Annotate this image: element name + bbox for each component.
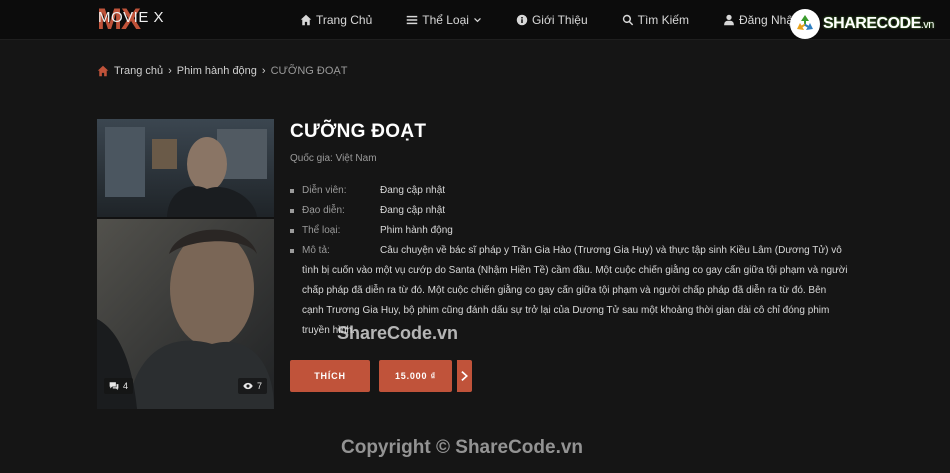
breadcrumb: Trang chủ › Phim hành động › CƯỠNG ĐOẠT — [97, 65, 347, 77]
recycle-icon — [790, 9, 820, 39]
like-button[interactable]: THÍCH — [290, 360, 370, 392]
poster-image — [97, 119, 274, 409]
buy-price-button[interactable]: 15.000 ₫ — [379, 360, 452, 392]
breadcrumb-home-label: Trang chủ — [114, 65, 164, 77]
chevron-right-icon: › — [168, 65, 172, 77]
nav-home-label: Trang Chủ — [316, 13, 373, 27]
nav-login[interactable]: Đăng Nhập — [723, 13, 800, 27]
chevron-right-icon — [460, 371, 468, 381]
movie-title: CƯỠNG ĐOẠT — [290, 121, 427, 142]
meta-director: Đạo diễn: Đang cập nhật — [290, 201, 850, 221]
actors-value: Đang cập nhật — [380, 185, 446, 196]
sharecode-badge: SHARECODE.vn — [790, 6, 934, 42]
info-icon — [516, 14, 528, 26]
nav-about-label: Giới Thiệu — [531, 13, 588, 27]
genre-value[interactable]: Phim hành động — [380, 225, 453, 236]
meta-genre: Thể loại: Phim hành động — [290, 221, 850, 241]
movie-info: CƯỠNG ĐOẠT Quốc gia: Việt Nam Diễn viên:… — [290, 119, 850, 341]
country-value: Việt Nam — [335, 153, 377, 164]
logo-text: MOVIE X — [98, 9, 165, 26]
watermark-copyright: Copyright © ShareCode.vn — [341, 437, 584, 458]
movie-meta-list: Diễn viên: Đang cập nhật Đạo diễn: Đang cậ… — [290, 181, 850, 341]
views-count: 7 — [237, 378, 267, 394]
meta-actors: Diễn viên: Đang cập nhật — [290, 181, 850, 201]
sharecode-wordmark: SHARECODE.vn — [823, 15, 934, 32]
movie-actions: THÍCH 15.000 ₫ — [290, 360, 472, 392]
breadcrumb-current: CƯỠNG ĐOẠT — [270, 65, 348, 77]
chevron-right-icon: › — [261, 65, 266, 77]
actors-label: Diễn viên: — [302, 185, 347, 196]
chevron-down-icon — [474, 17, 481, 22]
director-label: Đạo diễn: — [302, 205, 345, 216]
nav-search-label: Tìm Kiếm — [637, 13, 689, 27]
user-icon — [724, 14, 734, 26]
site-logo[interactable]: MX MOVIE X — [97, 3, 164, 37]
comments-icon — [109, 382, 119, 391]
genre-label: Thể loại: — [302, 225, 341, 236]
main-nav: Trang Chủ Thể Loại Giới Thiệu Tìm Kiếm Đ… — [300, 0, 834, 40]
breadcrumb-home[interactable]: Trang chủ — [97, 65, 163, 77]
comments-value: 4 — [123, 381, 129, 391]
top-navbar: MX MOVIE X Trang Chủ Thể Loại Giới Thiệu… — [0, 0, 950, 40]
watermark-middle: ShareCode.vn — [337, 323, 459, 343]
nav-genres-label: Thể Loại — [422, 13, 469, 27]
home-icon — [300, 14, 312, 26]
nav-about[interactable]: Giới Thiệu — [516, 13, 588, 27]
comments-count: 4 — [104, 378, 134, 394]
home-icon — [97, 65, 109, 77]
breadcrumb-category[interactable]: Phim hành động — [177, 65, 257, 77]
search-icon — [622, 14, 633, 26]
views-value: 7 — [256, 381, 262, 391]
country-label: Quốc gia: — [290, 153, 333, 164]
nav-search[interactable]: Tìm Kiếm — [622, 13, 689, 27]
director-value: Đang cập nhật — [380, 205, 446, 216]
next-button[interactable] — [455, 360, 472, 392]
nav-home[interactable]: Trang Chủ — [300, 13, 372, 27]
movie-country: Quốc gia: Việt Nam — [290, 153, 850, 164]
description-label: Mô tả: — [302, 245, 330, 256]
list-icon — [407, 15, 418, 25]
eye-icon — [243, 382, 253, 390]
movie-poster[interactable]: 4 7 — [97, 119, 274, 409]
nav-genres[interactable]: Thể Loại — [406, 13, 482, 27]
